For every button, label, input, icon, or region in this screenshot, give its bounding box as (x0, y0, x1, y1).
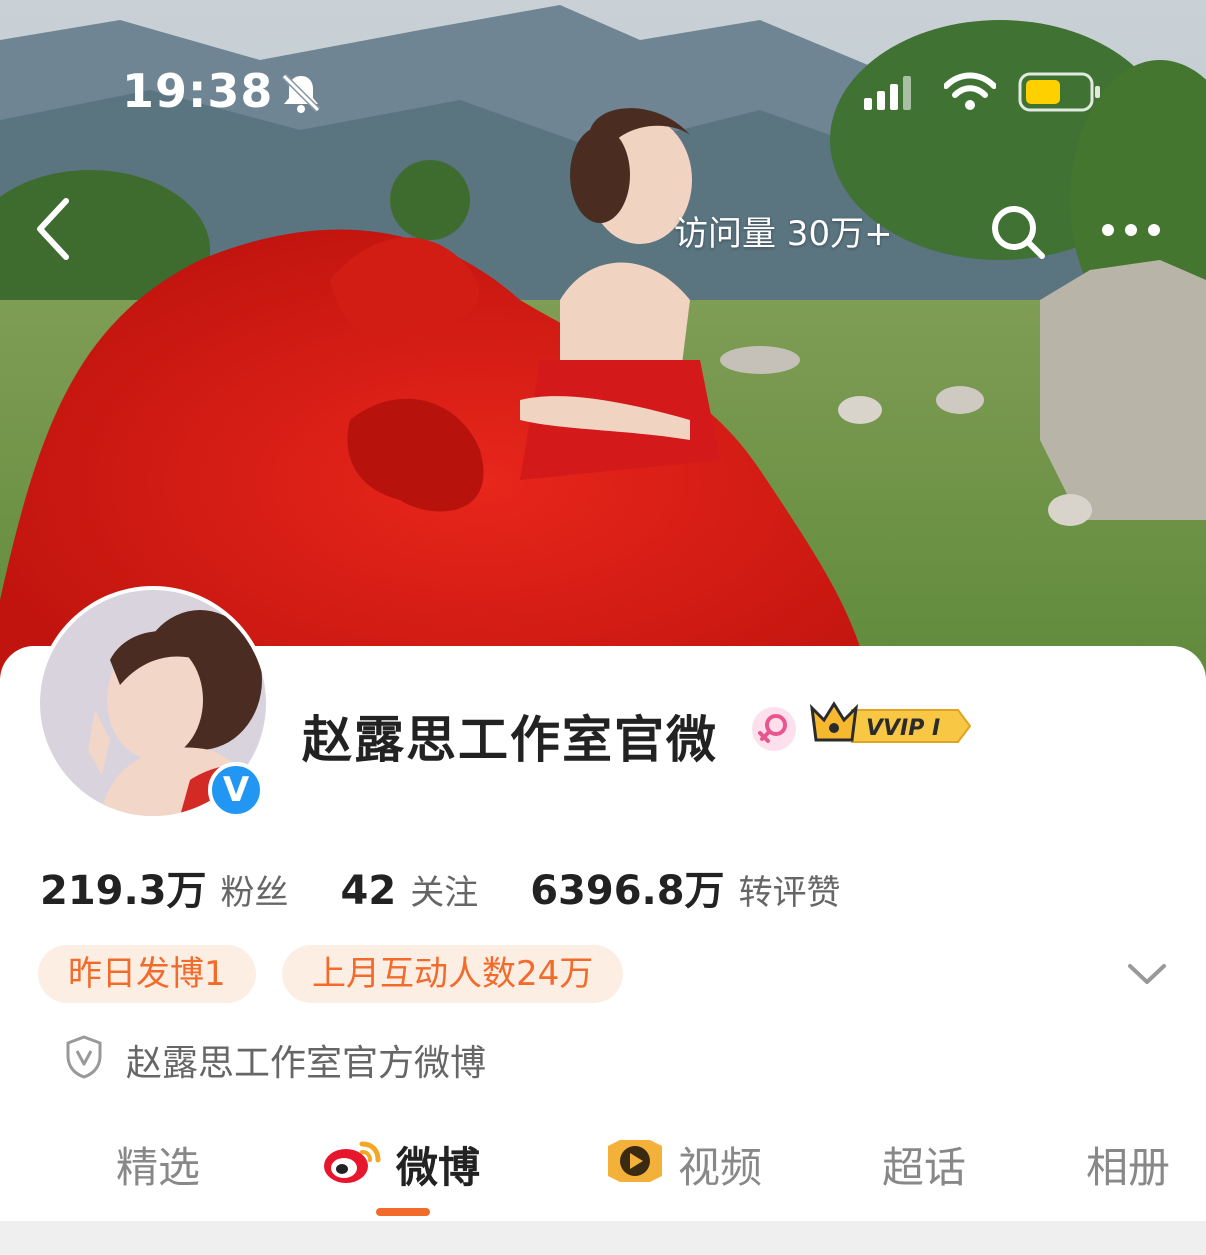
vvip-crown-icon: VVIP I (809, 701, 972, 743)
cellular-signal-icon (864, 76, 911, 110)
shield-icon (66, 1035, 102, 1079)
female-gender-icon (752, 707, 796, 751)
vvip-label: VVIP I (866, 716, 940, 741)
more-icon[interactable] (1100, 210, 1162, 250)
vvip-badge[interactable]: VVIP I (808, 700, 974, 756)
stat-following-value[interactable]: 42 (341, 868, 397, 914)
verification-description: 赵露思工作室官方微博 (126, 1043, 487, 1084)
video-play-icon (608, 1140, 662, 1182)
visit-count[interactable]: 访问量 30万+ (674, 206, 893, 255)
wifi-icon (944, 72, 996, 110)
stat-fans-label[interactable]: 粉丝 (221, 865, 289, 914)
tab-active-indicator (376, 1208, 430, 1216)
tab-super-topic[interactable]: 超话 (882, 1134, 966, 1195)
stat-interactions-value[interactable]: 6396.8万 (530, 858, 724, 916)
stat-fans-value[interactable]: 219.3万 (40, 858, 207, 916)
verified-badge-icon: V (208, 762, 264, 818)
search-icon[interactable] (988, 202, 1048, 262)
battery-icon (1018, 72, 1100, 112)
profile-stats: 219.3万 粉丝 42 关注 6396.8万 转评赞 (40, 858, 893, 916)
weibo-logo-icon (324, 1141, 381, 1183)
back-icon[interactable] (30, 195, 80, 265)
profile-name: 赵露思工作室官微 (302, 711, 718, 769)
stat-following-label[interactable]: 关注 (410, 865, 478, 914)
tag-monthly-interactions[interactable]: 上月互动人数24万 (282, 945, 624, 1003)
stat-interactions-label[interactable]: 转评赞 (739, 865, 841, 914)
tab-weibo[interactable]: 微博 (396, 1134, 480, 1195)
bell-slash-icon (281, 73, 321, 113)
tag-yesterday-posts[interactable]: 昨日发博1 (38, 945, 256, 1003)
tab-video[interactable]: 视频 (678, 1134, 762, 1195)
tab-featured[interactable]: 精选 (116, 1134, 200, 1195)
chevron-down-icon[interactable] (1126, 958, 1168, 988)
status-time: 19:38 (122, 64, 274, 118)
tab-album[interactable]: 相册 (1086, 1134, 1170, 1195)
